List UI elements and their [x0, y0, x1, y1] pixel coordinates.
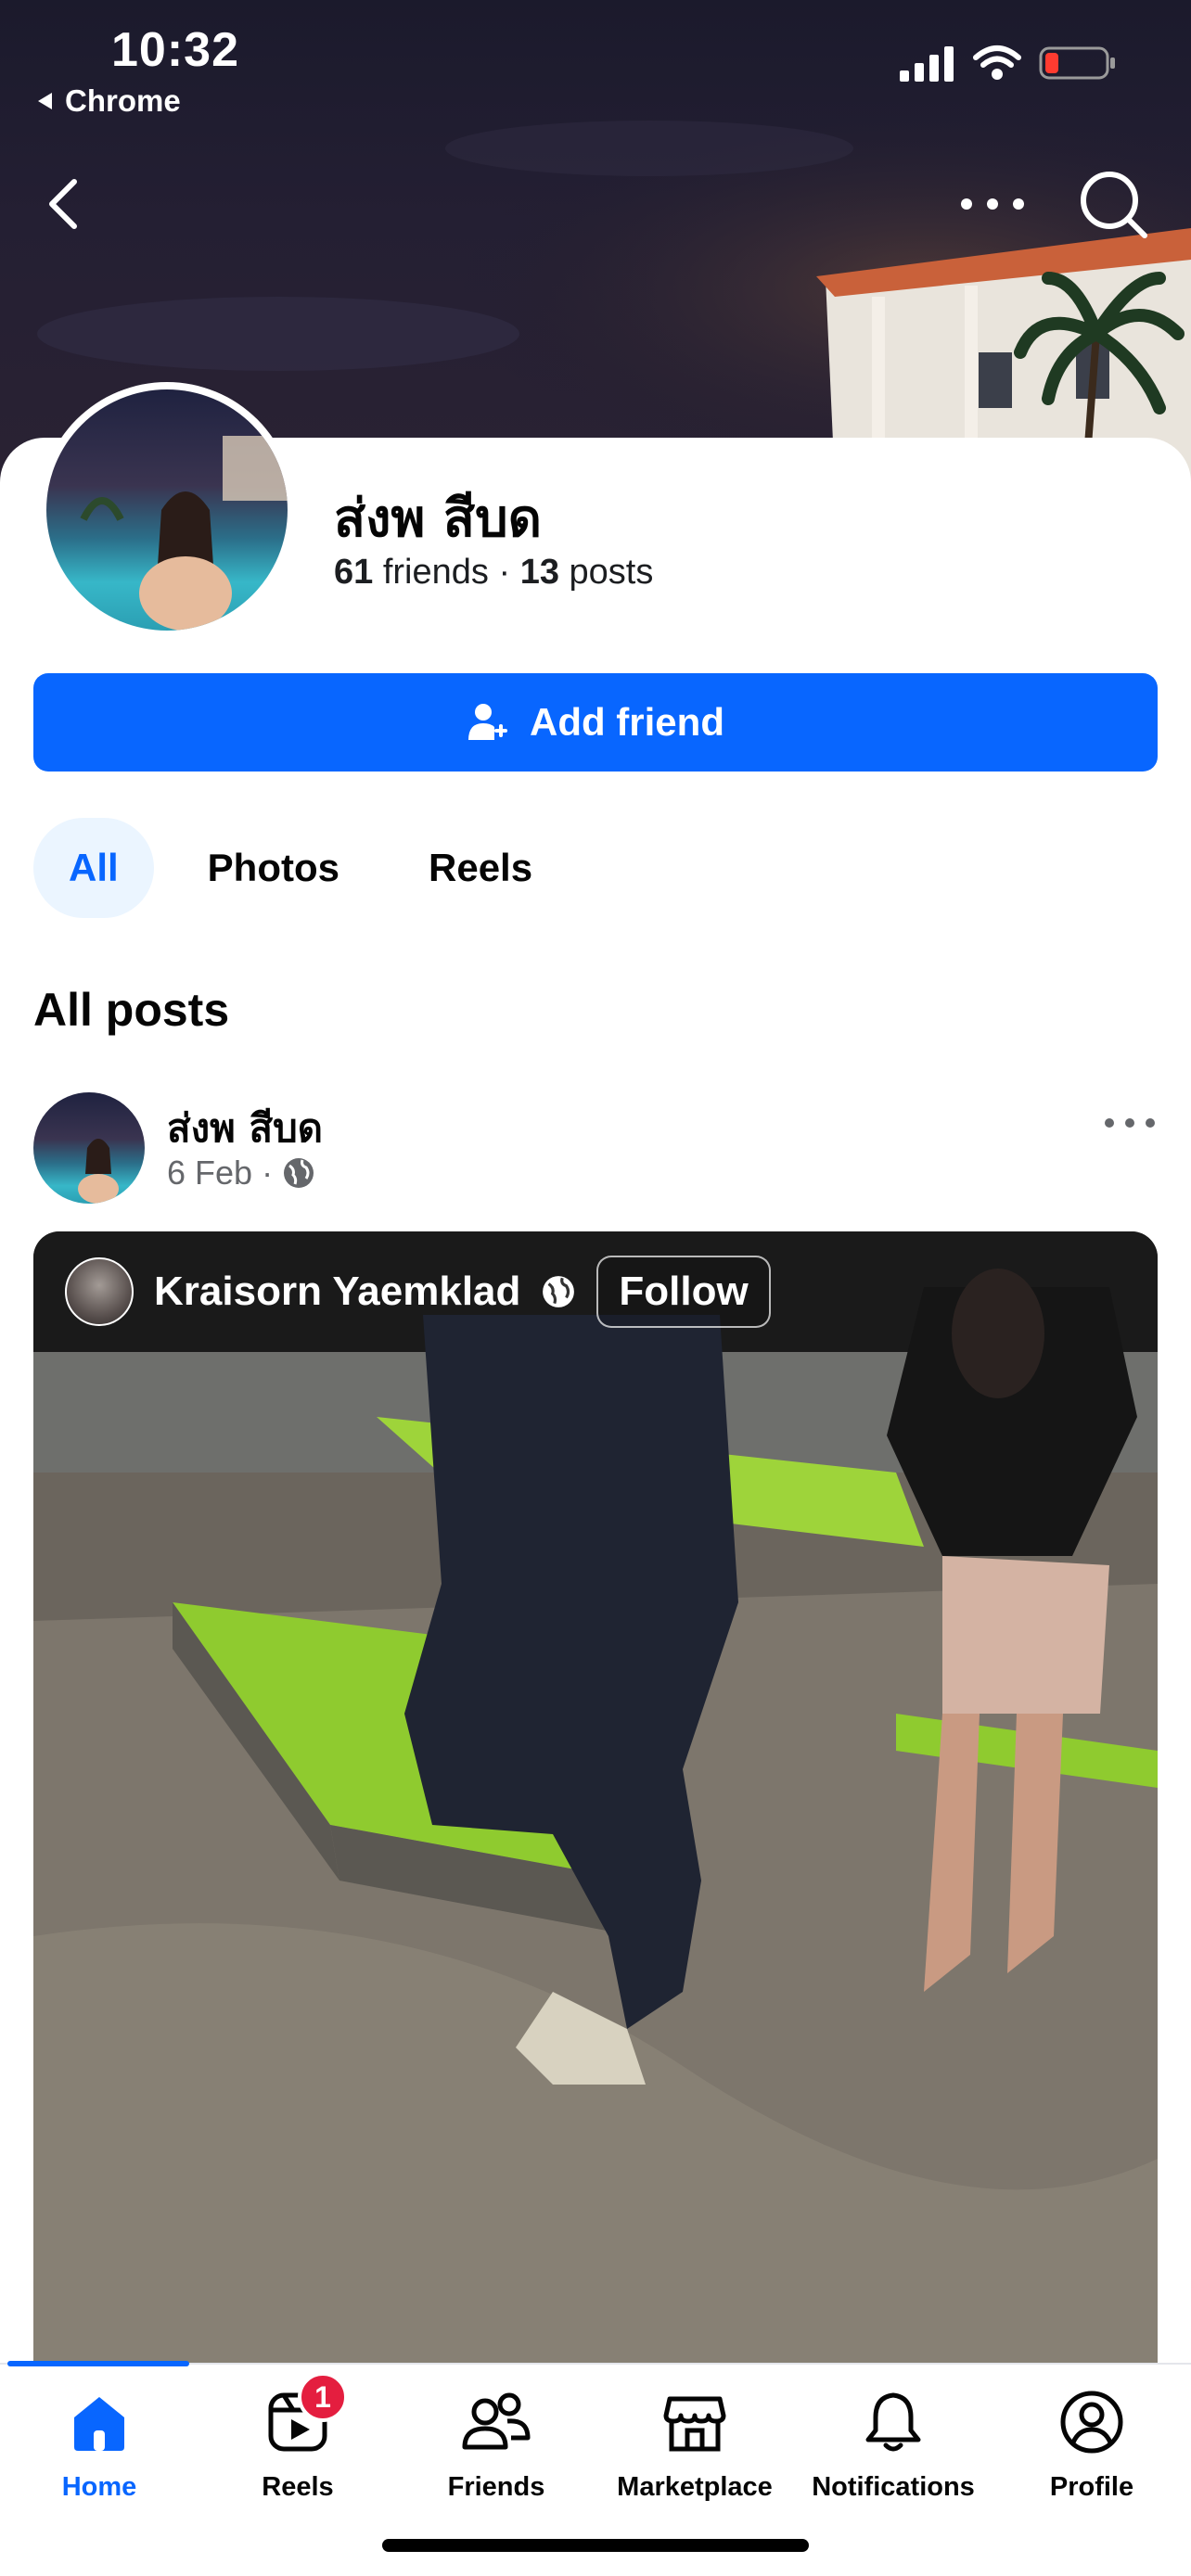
- video-globe-icon: [543, 1276, 575, 1307]
- battery-icon: [1039, 46, 1115, 80]
- tabbar-notifications[interactable]: Notifications: [794, 2385, 992, 2515]
- tabbar-marketplace-label: Marketplace: [617, 2472, 773, 2502]
- post-header: ส่งพ สีบด 6 Feb ·: [33, 1092, 1158, 1205]
- tabbar-notifications-label: Notifications: [812, 2472, 975, 2502]
- creator-name[interactable]: Kraisorn Yaemklad: [154, 1269, 520, 1315]
- add-friend-button[interactable]: Add friend: [33, 673, 1158, 772]
- globe-icon: [284, 1158, 314, 1188]
- tab-reels[interactable]: Reels: [393, 818, 568, 918]
- reels-icon: 1: [261, 2372, 348, 2459]
- friends-label[interactable]: friends: [383, 553, 489, 592]
- more-options-icon[interactable]: [955, 176, 1030, 232]
- status-icons: [900, 45, 1117, 82]
- post-author-name[interactable]: ส่งพ สีบด: [167, 1098, 323, 1159]
- posts-label: posts: [569, 553, 654, 592]
- post-meta: 6 Feb ·: [167, 1154, 315, 1192]
- post-avatar-image: [78, 1139, 119, 1204]
- add-person-icon: [468, 704, 507, 740]
- post-date[interactable]: 6 Feb: [167, 1154, 252, 1192]
- tabbar-reels[interactable]: 1 Reels: [198, 2372, 397, 2515]
- back-arrow-icon[interactable]: [37, 167, 93, 241]
- marketplace-icon: [658, 2385, 732, 2459]
- search-icon[interactable]: [1074, 165, 1152, 243]
- tabbar-friends-label: Friends: [447, 2472, 545, 2502]
- profile-picture[interactable]: [39, 382, 295, 638]
- post-more-icon[interactable]: [1102, 1109, 1158, 1137]
- tabbar-marketplace[interactable]: Marketplace: [596, 2385, 794, 2515]
- post-author-avatar[interactable]: [33, 1092, 145, 1204]
- tabbar-profile[interactable]: Profile: [992, 2385, 1191, 2515]
- tab-photos[interactable]: Photos: [173, 818, 375, 918]
- tab-all[interactable]: All: [33, 818, 154, 918]
- section-title: All posts: [33, 984, 230, 1036]
- profile-icon: [1055, 2385, 1129, 2459]
- counts-separator: ·: [498, 553, 511, 592]
- reels-badge: 1: [298, 2372, 348, 2422]
- content-tabs: All Photos Reels: [33, 818, 568, 918]
- status-bar: 10:32 Chrome: [0, 0, 1191, 130]
- creator-avatar[interactable]: [65, 1257, 134, 1326]
- tabbar-profile-label: Profile: [1049, 2472, 1134, 2502]
- tabbar-reels-label: Reels: [262, 2472, 334, 2502]
- home-icon: [62, 2385, 136, 2459]
- back-triangle-icon: [38, 93, 52, 109]
- tabbar-home[interactable]: Home: [0, 2385, 198, 2515]
- tabbar-friends[interactable]: Friends: [397, 2385, 596, 2515]
- tabbar-home-label: Home: [61, 2472, 137, 2502]
- back-app-label: Chrome: [65, 83, 181, 118]
- profile-photo-image: [80, 436, 288, 631]
- profile-name: ส่งพ สีบด: [334, 489, 543, 549]
- post-video[interactable]: Kraisorn Yaemklad Follow: [33, 1231, 1158, 2363]
- video-frame: [33, 1231, 1158, 2363]
- add-friend-label: Add friend: [530, 700, 724, 744]
- active-tab-indicator: [7, 2361, 189, 2366]
- video-overlay-header: Kraisorn Yaemklad Follow: [33, 1231, 1158, 1352]
- friends-count[interactable]: 61: [334, 553, 373, 592]
- profile-photo: [46, 389, 288, 631]
- wifi-icon: [973, 45, 1021, 80]
- status-time: 10:32: [111, 23, 239, 77]
- profile-counts: 61 friends · 13 posts: [334, 553, 653, 593]
- follow-button[interactable]: Follow: [596, 1256, 771, 1328]
- friends-icon: [459, 2385, 533, 2459]
- home-indicator: [382, 2539, 809, 2552]
- cellular-signal-icon: [900, 46, 954, 82]
- back-to-app[interactable]: Chrome: [35, 83, 181, 119]
- post-meta-separator: ·: [262, 1154, 274, 1192]
- bell-icon: [856, 2385, 930, 2459]
- posts-count: 13: [519, 553, 559, 592]
